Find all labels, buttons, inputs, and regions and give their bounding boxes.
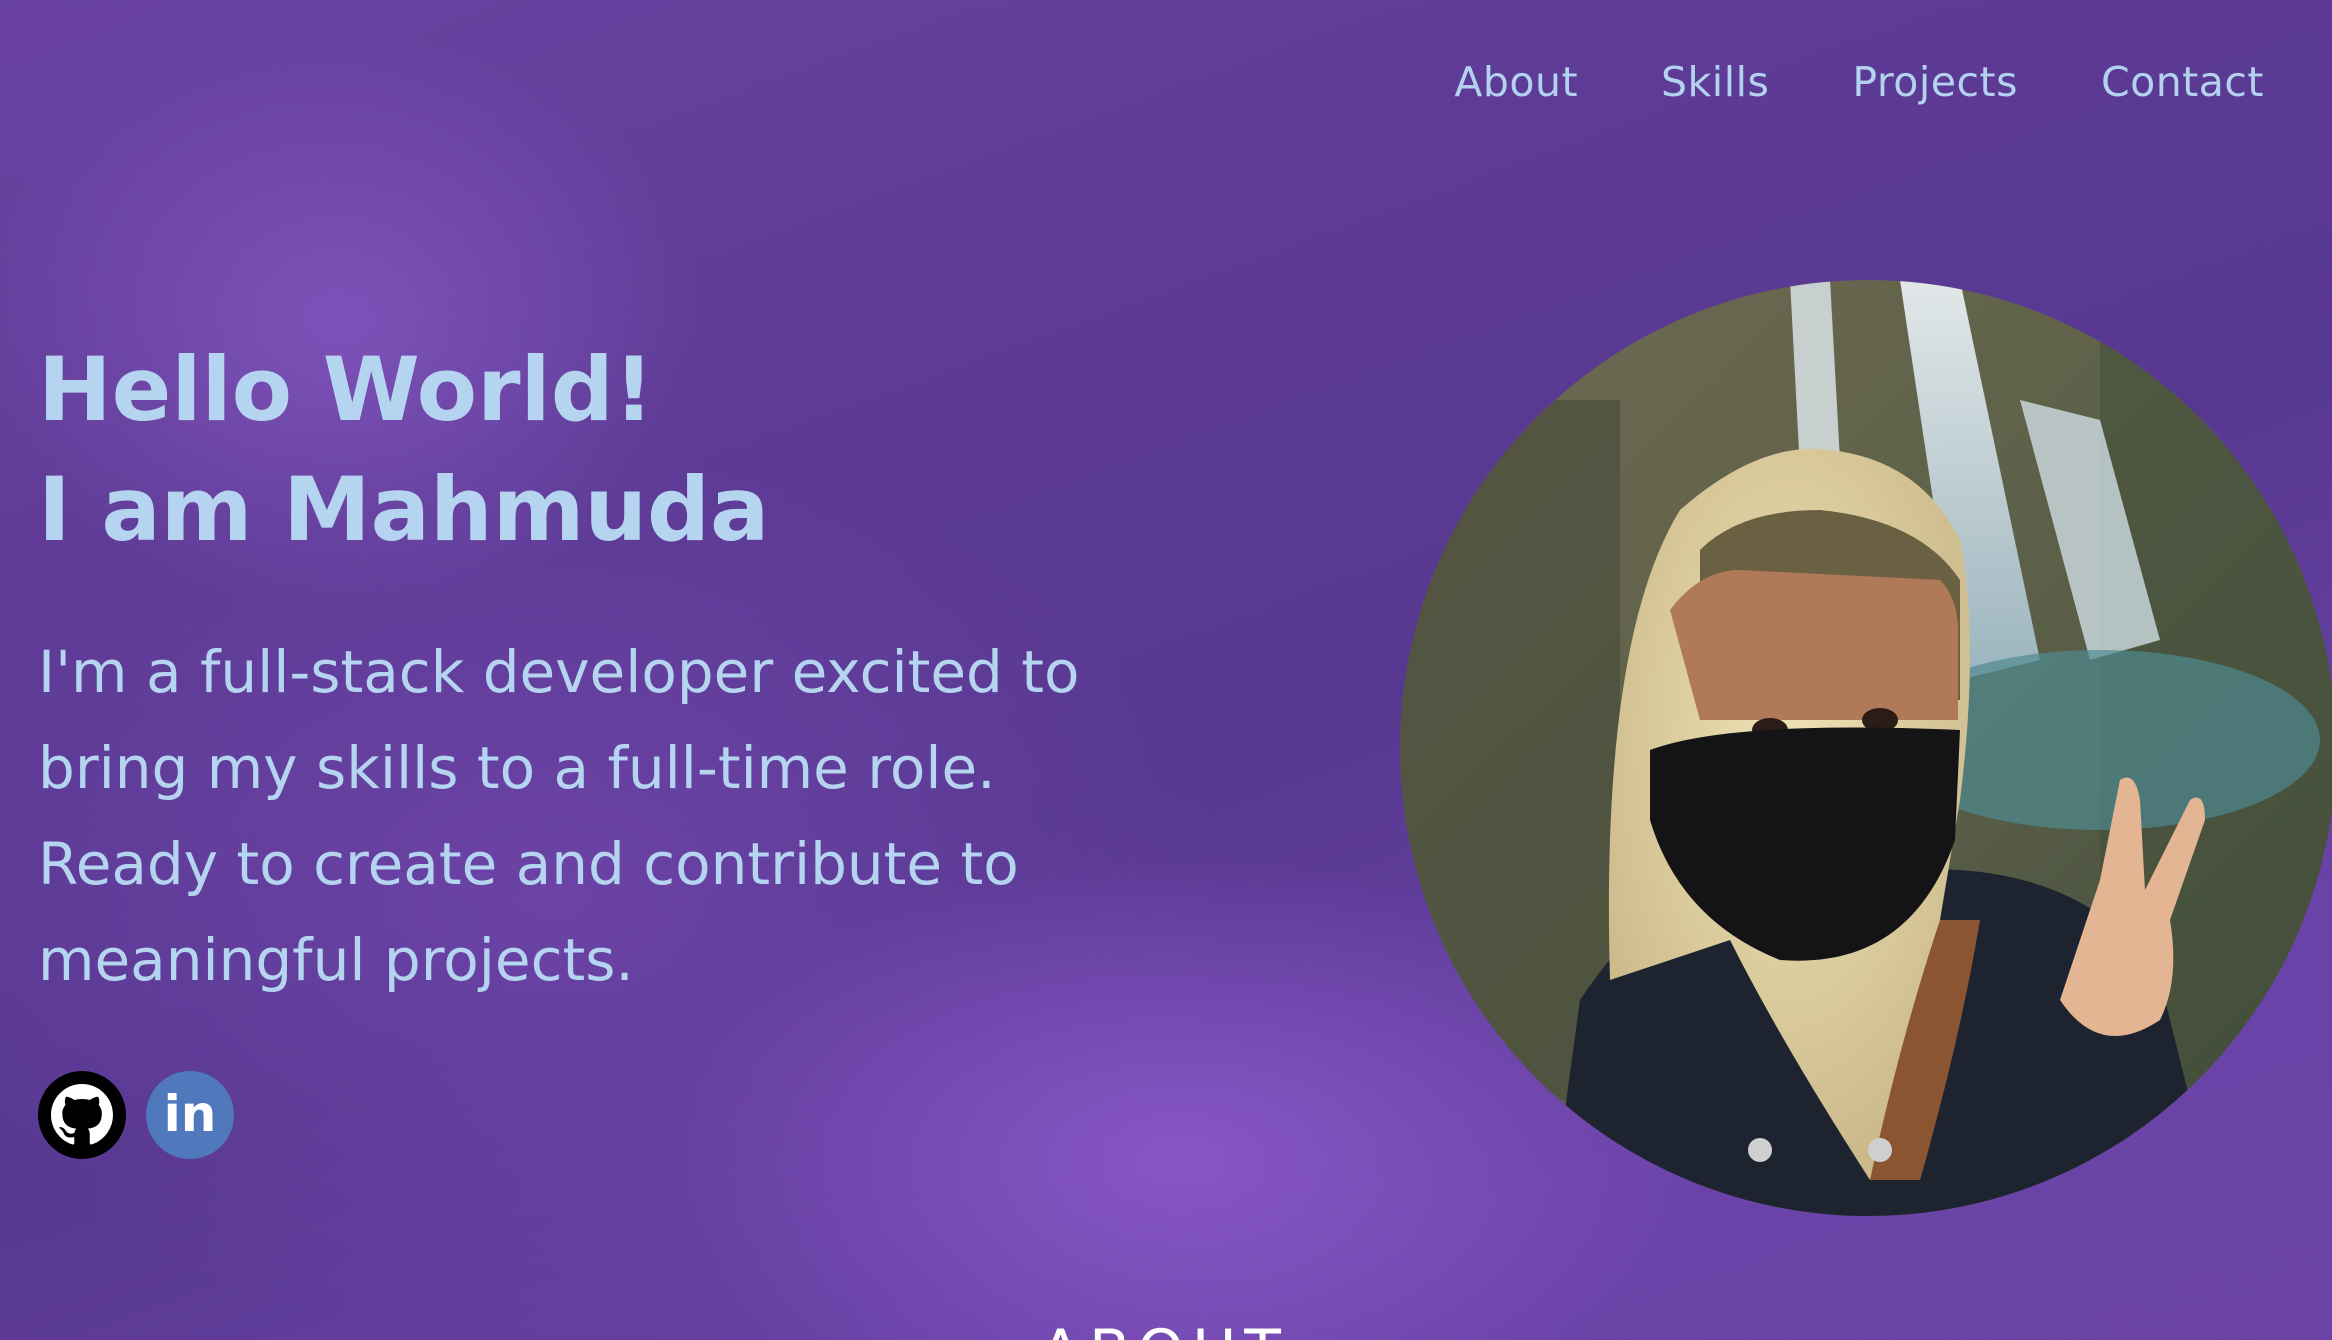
hero-greeting: Hello World! (38, 338, 654, 441)
hero-description: I'm a full-stack developer excited to br… (38, 624, 1298, 1008)
hero-description-line: Ready to create and contribute to (38, 830, 1019, 898)
hero-description-line: I'm a full-stack developer excited to (38, 638, 1080, 706)
nav-link-about[interactable]: About (1454, 58, 1578, 106)
hero-description-line: meaningful projects. (38, 926, 634, 994)
nav-link-contact[interactable]: Contact (2101, 58, 2264, 106)
social-links: in (38, 1071, 234, 1159)
next-section-heading: ABOUT (1040, 1322, 1289, 1340)
top-nav: About Skills Projects Contact (1454, 58, 2264, 106)
profile-photo (1400, 280, 2332, 1216)
nav-link-projects[interactable]: Projects (1852, 58, 2018, 106)
linkedin-icon: in (163, 1085, 217, 1143)
hero-name: I am Mahmuda (38, 458, 770, 561)
linkedin-link[interactable]: in (146, 1071, 234, 1159)
profile-photo-image (1400, 280, 2332, 1216)
hero-description-line: bring my skills to a full-time role. (38, 734, 996, 802)
nav-link-skills[interactable]: Skills (1661, 58, 1769, 106)
github-icon (51, 1084, 113, 1145)
hero-title: Hello World! I am Mahmuda (38, 330, 769, 570)
github-link[interactable] (38, 1071, 126, 1159)
